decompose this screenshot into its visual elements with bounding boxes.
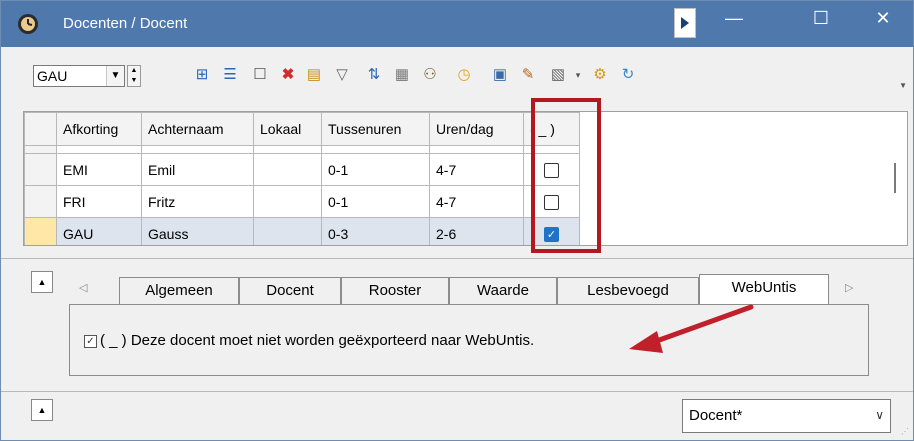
tab-docent[interactable]: Docent bbox=[239, 277, 341, 304]
cell-achternaam[interactable]: Emil bbox=[141, 153, 254, 186]
tab-algemeen[interactable]: Algemeen bbox=[119, 277, 239, 304]
grid-view-icon[interactable]: ⊞ bbox=[191, 64, 213, 86]
cell-lokaal[interactable] bbox=[253, 153, 322, 186]
tab-scroll-right-icon[interactable]: ▷ bbox=[845, 281, 853, 294]
maximize-button[interactable]: ☐ bbox=[791, 1, 851, 41]
resize-grip-icon[interactable]: ⋰ bbox=[901, 427, 909, 436]
teacher-selector[interactable]: GAU ▼ bbox=[33, 65, 125, 87]
cell-lokaal[interactable] bbox=[253, 217, 322, 245]
calendar-icon[interactable]: ▣ bbox=[489, 64, 511, 86]
table-header-row: Afkorting Achternaam Lokaal Tussenuren U… bbox=[24, 112, 580, 146]
close-button[interactable]: ✕ bbox=[853, 1, 913, 41]
cell-lokaal[interactable] bbox=[253, 185, 322, 218]
tab-lesbevoegd[interactable]: Lesbevoegd bbox=[557, 277, 699, 304]
chevron-down-icon[interactable]: ∨ bbox=[875, 408, 884, 422]
spin-stepper[interactable]: ▲ ▼ bbox=[127, 65, 141, 87]
collapse-footer-button[interactable]: ▲ bbox=[31, 399, 53, 421]
collapse-detail-button[interactable]: ▲ bbox=[31, 271, 53, 293]
view-select[interactable]: Docent* ∨ bbox=[682, 399, 891, 433]
teacher-selector-value: GAU bbox=[37, 68, 68, 84]
cell-tussenuren[interactable]: 0-1 bbox=[321, 185, 430, 218]
run-button[interactable] bbox=[674, 8, 696, 38]
settings-grid-icon[interactable]: ▦ bbox=[391, 64, 413, 86]
teacher-table: Afkorting Achternaam Lokaal Tussenuren U… bbox=[24, 112, 580, 245]
grid-scrollbar-thumb[interactable] bbox=[894, 163, 896, 193]
toolbar-overflow-icon[interactable]: ▼ bbox=[899, 81, 907, 90]
users-icon[interactable]: ⚇ bbox=[419, 64, 441, 86]
toolbar: GAU ▼ ▲ ▼ ⊞ ☰ ☐ ✖ ▤ ▽ ⇅ ▦ ⚇ ◷ ▣ ✎ ▧ ▾ ⚙ ↻… bbox=[1, 47, 913, 99]
tab-waarde[interactable]: Waarde bbox=[449, 277, 557, 304]
cell-afkorting[interactable]: EMI bbox=[56, 153, 142, 186]
page-settings-icon[interactable]: ▧ bbox=[547, 64, 569, 86]
export-flag-checkbox[interactable]: ✓ bbox=[84, 335, 97, 348]
color-palette-icon[interactable]: ✎ bbox=[517, 64, 539, 86]
docenten-window: Docenten / Docent — ☐ ✕ GAU ▼ ▲ ▼ ⊞ ☰ ☐ ✖… bbox=[0, 0, 914, 441]
title-bar: Docenten / Docent — ☐ ✕ bbox=[1, 1, 913, 47]
detail-tabs: ◁ Algemeen Docent Rooster Waarde Lesbevo… bbox=[69, 274, 869, 305]
chevron-down-icon[interactable]: ▼ bbox=[106, 66, 124, 86]
tab-scroll-left-icon[interactable]: ◁ bbox=[79, 281, 87, 294]
refresh-icon[interactable]: ↻ bbox=[617, 64, 639, 86]
table-row[interactable]: FRI Fritz 0-1 4-7 bbox=[24, 185, 580, 218]
cell-tussenuren[interactable]: 0-3 bbox=[321, 217, 430, 245]
table-row[interactable]: EMI Emil 0-1 4-7 bbox=[24, 153, 580, 186]
cell-uren-dag[interactable]: 2-6 bbox=[429, 217, 524, 245]
chevron-down-icon[interactable]: ▾ bbox=[567, 64, 589, 86]
play-icon bbox=[681, 17, 689, 29]
list-view-icon[interactable]: ☰ bbox=[219, 64, 241, 86]
cell-uren-dag[interactable]: 4-7 bbox=[429, 185, 524, 218]
teacher-grid: Afkorting Achternaam Lokaal Tussenuren U… bbox=[23, 111, 908, 246]
export-flag-label[interactable]: ( _ ) Deze docent moet niet worden geëxp… bbox=[100, 332, 534, 349]
window-title: Docenten / Docent bbox=[63, 15, 188, 32]
table-row-selected[interactable]: GAU Gauss 0-3 2-6 ✓ bbox=[24, 217, 580, 245]
column-header-achternaam[interactable]: Achternaam bbox=[141, 112, 254, 146]
row-header-corner bbox=[24, 112, 57, 146]
filter-icon[interactable]: ▽ bbox=[331, 64, 353, 86]
annotation-arrow-icon bbox=[629, 304, 754, 353]
report-icon[interactable]: ▤ bbox=[303, 64, 325, 86]
clock-icon[interactable]: ◷ bbox=[453, 64, 475, 86]
cell-afkorting[interactable]: FRI bbox=[56, 185, 142, 218]
column-header-afkorting[interactable]: Afkorting bbox=[56, 112, 142, 146]
cell-achternaam[interactable]: Gauss bbox=[141, 217, 254, 245]
cell-achternaam[interactable]: Fritz bbox=[141, 185, 254, 218]
row-header[interactable] bbox=[24, 185, 57, 218]
table-row[interactable] bbox=[24, 145, 580, 154]
cell-afkorting[interactable]: GAU bbox=[56, 217, 142, 245]
column-header-lokaal[interactable]: Lokaal bbox=[253, 112, 322, 146]
gear-icon[interactable]: ⚙ bbox=[589, 64, 611, 86]
tab-rooster[interactable]: Rooster bbox=[341, 277, 449, 304]
column-header-tussenuren[interactable]: Tussenuren bbox=[321, 112, 430, 146]
row-header[interactable] bbox=[24, 153, 57, 186]
highlight-box bbox=[531, 98, 601, 253]
new-record-icon[interactable]: ☐ bbox=[249, 64, 271, 86]
sort-icon[interactable]: ⇅ bbox=[363, 64, 385, 86]
minimize-button[interactable]: — bbox=[704, 1, 764, 41]
column-header-uren-dag[interactable]: Uren/dag bbox=[429, 112, 524, 146]
app-clock-icon bbox=[18, 14, 38, 34]
cell-tussenuren[interactable]: 0-1 bbox=[321, 153, 430, 186]
view-select-value: Docent* bbox=[689, 407, 743, 424]
row-header-current[interactable] bbox=[24, 217, 57, 245]
delete-icon[interactable]: ✖ bbox=[277, 64, 299, 86]
cell-uren-dag[interactable]: 4-7 bbox=[429, 153, 524, 186]
